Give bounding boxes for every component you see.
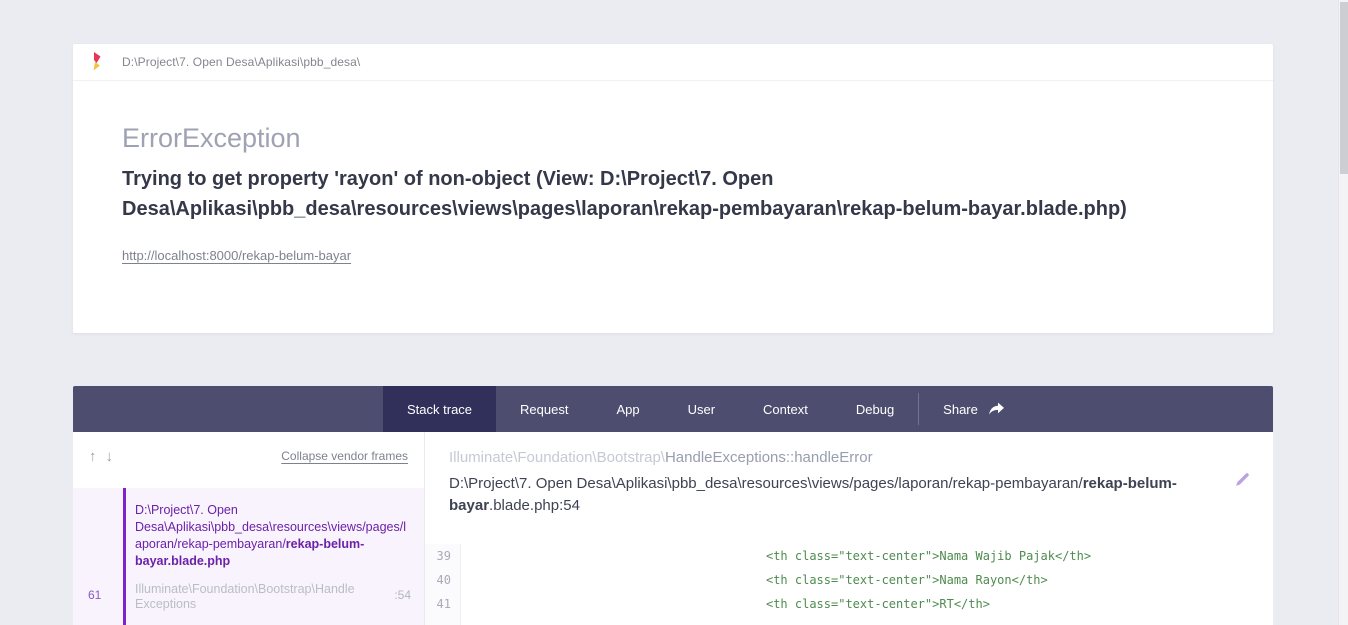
tab-context[interactable]: Context [739,386,832,432]
frames-sidebar-header: ↑ ↓ Collapse vendor frames [73,432,424,480]
flare-logo-icon [93,52,101,71]
frame-item-selected[interactable]: D:\Project\7. Open Desa\Aplikasi\pbb_des… [73,488,424,625]
frame-method-name: HandleExceptions::handleError [664,450,873,466]
file-path-suffix: .blade.php:54 [489,497,580,514]
page-scrollbar-thumb[interactable] [1340,2,1348,174]
request-url-link[interactable]: http://localhost:8000/rekap-belum-bayar [122,248,351,263]
code-line-numbers-gutter: 39 40 41 [425,544,461,625]
exception-message: Trying to get property 'rayon' of non-ob… [122,168,1127,220]
line-number: 40 [436,573,451,587]
frame-class-name: Illuminate\Foundation\Bootstrap\HandleEx… [135,582,355,611]
frame-line-reference: :54 [394,588,411,602]
code-line: <th class="text-center">Nama Wajib Pajak… [477,549,1092,563]
file-path-prefix: D:\Project\7. Open Desa\Aplikasi\pbb_des… [449,475,1083,492]
error-card: D:\Project\7. Open Desa\Aplikasi\pbb_des… [73,44,1273,333]
frame-active-indicator [123,488,126,625]
frame-index-number: 61 [88,588,102,602]
page-scrollbar[interactable] [1338,0,1348,625]
tab-debug[interactable]: Debug [832,386,918,432]
frames-sidebar: ↑ ↓ Collapse vendor frames D:\Project\7.… [73,432,425,625]
edit-file-pencil-icon[interactable] [1234,472,1250,488]
frame-method-line: Illuminate\Foundation\Bootstrap\HandleEx… [449,450,1273,466]
next-frame-arrow-icon[interactable]: ↓ [106,449,114,464]
code-lines: <th class="text-center">Nama Wajib Pajak… [461,544,1273,625]
share-button[interactable]: Share [919,386,1029,432]
error-card-body: ErrorException Trying to get property 'r… [73,81,1273,265]
code-line: <th class="text-center">Nama Rayon</th> [477,573,1048,587]
previous-frame-arrow-icon[interactable]: ↑ [89,449,97,464]
frame-file-path: D:\Project\7. Open Desa\Aplikasi\pbb_des… [135,502,410,570]
frame-method-namespace: Illuminate\Foundation\Bootstrap\ [449,450,665,466]
tab-stack-trace[interactable]: Stack trace [383,386,497,432]
error-card-header: D:\Project\7. Open Desa\Aplikasi\pbb_des… [73,44,1273,81]
app-base-path: D:\Project\7. Open Desa\Aplikasi\pbb_des… [122,55,361,69]
line-number: 39 [436,549,451,563]
frames-list: D:\Project\7. Open Desa\Aplikasi\pbb_des… [73,480,424,625]
share-button-label: Share [943,401,978,417]
frame-file-path-prefix: D:\Project\7. Open Desa\Aplikasi\pbb_des… [135,503,406,551]
tab-request[interactable]: Request [496,386,592,432]
code-viewer: 39 40 41 <th class="text-center">Nama Wa… [425,544,1273,625]
tab-app[interactable]: App [592,386,663,432]
line-number: 41 [436,597,451,611]
collapse-vendor-frames-link[interactable]: Collapse vendor frames [281,449,408,463]
debug-nav-bar: Stack trace Request App User Context Deb… [73,386,1273,432]
stack-trace-panel: ↑ ↓ Collapse vendor frames D:\Project\7.… [73,432,1273,625]
frame-detail-file-path: D:\Project\7. Open Desa\Aplikasi\pbb_des… [449,473,1237,517]
tab-user[interactable]: User [664,386,739,432]
share-arrow-icon [988,402,1004,415]
frame-detail-panel: Illuminate\Foundation\Bootstrap\HandleEx… [425,432,1273,625]
exception-class: ErrorException [122,123,301,153]
code-line: <th class="text-center">RT</th> [477,597,990,611]
